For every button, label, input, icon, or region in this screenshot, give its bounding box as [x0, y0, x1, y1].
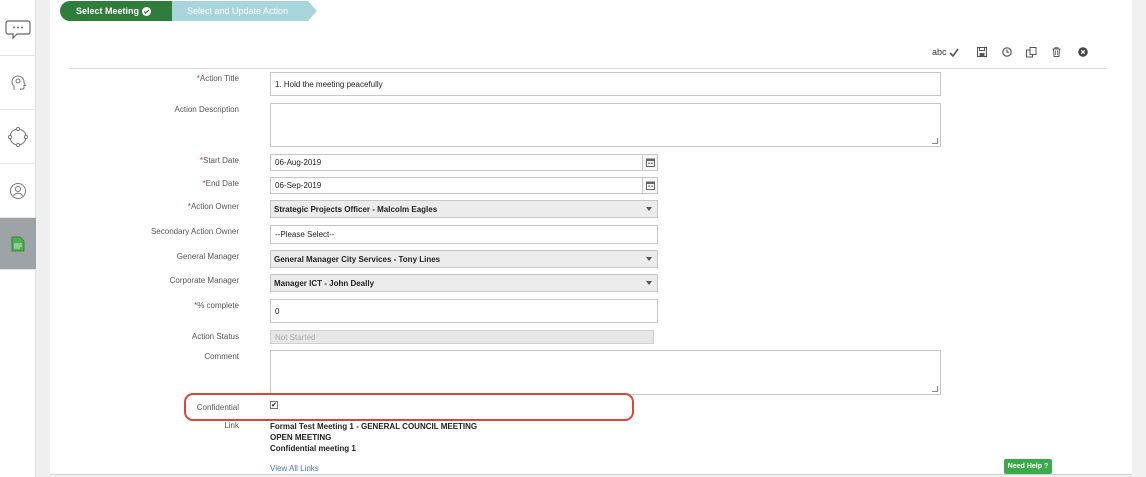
start-date-label: *Start Date — [199, 156, 239, 165]
person-gear-icon — [11, 75, 27, 90]
comment-textarea[interactable] — [270, 350, 941, 395]
corporate-manager-label: Corporate Manager — [169, 276, 239, 285]
spellcheck-label: abc — [932, 47, 947, 57]
corporate-manager-select[interactable]: Manager ICT - John Deally — [270, 274, 658, 292]
action-title-label: *Action Title — [196, 74, 239, 83]
action-owner-select[interactable]: Strategic Projects Officer - Malcolm Eag… — [270, 200, 658, 218]
calendar-icon — [645, 158, 655, 167]
wizard-step-label: Select and Update Action — [187, 6, 289, 16]
save-button[interactable] — [977, 47, 987, 57]
chevron-down-icon — [646, 257, 652, 261]
end-date-label: *End Date — [202, 179, 239, 188]
right-gutter — [1132, 0, 1146, 477]
clock-icon — [1002, 47, 1012, 57]
spellcheck-button[interactable]: abc — [932, 47, 959, 57]
secondary-action-owner-label: Secondary Action Owner — [150, 227, 239, 236]
history-button[interactable] — [1002, 47, 1012, 57]
action-owner-label: *Action Owner — [187, 202, 239, 211]
check-circle-icon — [142, 6, 152, 16]
general-manager-select[interactable]: General Manager City Services - Tony Lin… — [270, 250, 658, 268]
general-manager-label: General Manager — [176, 252, 239, 261]
save-icon — [977, 47, 987, 57]
close-icon — [1078, 47, 1088, 57]
need-help-button[interactable]: Need Help ? — [1004, 459, 1052, 474]
delete-icon — [1052, 47, 1061, 57]
end-date-input[interactable]: 06-Sep-2019 — [270, 177, 658, 194]
checkmark-icon — [948, 48, 959, 57]
sidebar-item-user[interactable] — [0, 164, 36, 218]
action-description-label: Action Description — [174, 105, 239, 114]
sidebar-item-actions[interactable] — [0, 218, 36, 270]
user-circle-icon — [10, 182, 26, 199]
start-date-input[interactable]: 06-Aug-2019 — [270, 154, 658, 171]
secondary-action-owner-select[interactable]: --Please Select-- — [270, 225, 658, 244]
delete-button[interactable] — [1052, 47, 1061, 57]
link-item[interactable]: OPEN MEETING — [270, 432, 477, 443]
copy-button[interactable] — [1026, 47, 1037, 58]
wizard-step-label: Select Meeting — [76, 6, 140, 16]
document-icon — [11, 236, 25, 251]
wizard-step-select-update-action[interactable]: Select and Update Action — [172, 1, 308, 21]
wizard-step-select-meeting[interactable]: Select Meeting — [60, 1, 172, 21]
link-list: Formal Test Meeting 1 - GENERAL COUNCIL … — [270, 421, 477, 454]
action-status-field: Not Started — [270, 330, 654, 344]
left-gutter — [36, 0, 50, 477]
resize-handle[interactable] — [932, 386, 938, 392]
toolbar-divider — [68, 68, 1108, 69]
link-label: Link — [224, 421, 239, 430]
sidebar-item-profile-settings[interactable] — [0, 56, 36, 110]
percent-complete-input[interactable]: 0 — [270, 299, 658, 323]
cycle-icon — [7, 126, 29, 147]
percent-complete-label: *% complete — [194, 301, 239, 310]
close-button[interactable] — [1078, 47, 1088, 57]
resize-handle[interactable] — [932, 138, 938, 144]
link-item[interactable]: Formal Test Meeting 1 - GENERAL COUNCIL … — [270, 421, 477, 432]
calendar-icon — [645, 181, 655, 190]
sidebar — [0, 0, 36, 477]
link-item[interactable]: Confidential meeting 1 — [270, 443, 477, 454]
end-date-calendar-button[interactable] — [642, 178, 657, 193]
start-date-calendar-button[interactable] — [642, 155, 657, 170]
comment-label: Comment — [204, 352, 239, 361]
wizard-step-arrow — [308, 1, 317, 21]
action-description-textarea[interactable] — [270, 103, 941, 147]
chevron-down-icon — [646, 281, 652, 285]
chevron-down-icon — [646, 207, 652, 211]
view-all-links-link[interactable]: View All Links — [270, 464, 319, 473]
action-status-label: Action Status — [191, 332, 239, 341]
highlight-annotation — [184, 393, 634, 421]
copy-icon — [1026, 47, 1037, 58]
sidebar-item-chat[interactable] — [0, 4, 36, 56]
sidebar-item-cycle[interactable] — [0, 110, 36, 164]
action-title-input[interactable]: 1. Hold the meeting peacefully — [270, 72, 941, 96]
chat-bubble-icon — [5, 19, 31, 39]
